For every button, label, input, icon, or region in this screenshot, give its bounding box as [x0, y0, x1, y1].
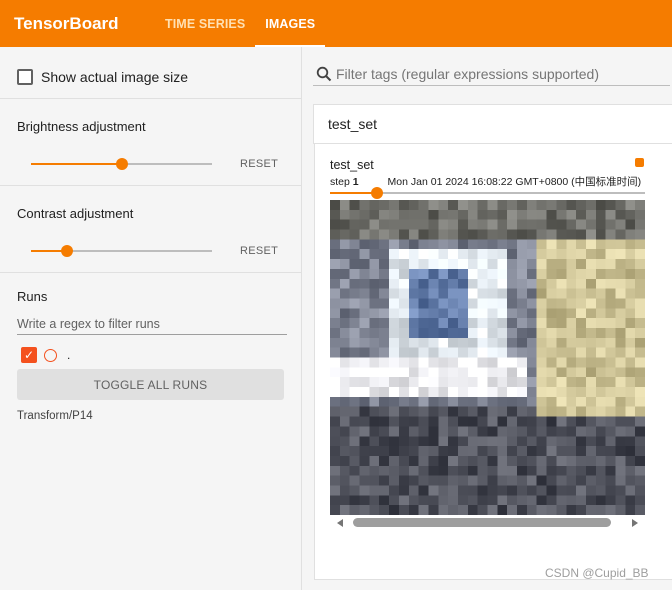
tab-time-series[interactable]: TIME SERIES — [155, 0, 255, 47]
contrast-reset-button[interactable]: RESET — [240, 245, 278, 257]
actual-size-section: Show actual image size — [0, 47, 301, 99]
step-slider-thumb[interactable] — [371, 187, 384, 199]
image-card: test_set step 1 Mon Jan 01 2024 16:08:22… — [314, 144, 672, 580]
toggle-all-runs-button[interactable]: TOGGLE ALL RUNS — [17, 369, 284, 400]
scrollbar-thumb[interactable] — [353, 518, 611, 527]
tag-filter-input[interactable]: Filter tags (regular expressions support… — [313, 62, 670, 86]
scroll-left-icon[interactable] — [337, 519, 343, 527]
brightness-reset-button[interactable]: RESET — [240, 158, 278, 170]
actual-size-label: Show actual image size — [41, 69, 189, 85]
contrast-section: Contrast adjustment RESET — [0, 186, 301, 273]
brightness-slider[interactable] — [31, 158, 212, 170]
card-timestamp: Mon Jan 01 2024 16:08:22 GMT+0800 (中国标准时… — [387, 176, 642, 188]
actual-size-checkbox-row[interactable]: Show actual image size — [17, 69, 188, 85]
contrast-slider-thumb[interactable] — [61, 245, 74, 257]
brightness-section: Brightness adjustment RESET — [0, 99, 301, 186]
horizontal-scrollbar[interactable] — [330, 517, 645, 529]
run-checkbox[interactable]: ✓ — [21, 347, 37, 363]
sidebar: Show actual image size Brightness adjust… — [0, 47, 302, 590]
scroll-right-icon[interactable] — [632, 519, 638, 527]
tag-filter-placeholder: Filter tags (regular expressions support… — [336, 65, 600, 82]
contrast-title: Contrast adjustment — [17, 206, 134, 221]
search-icon — [316, 66, 332, 81]
card-title: test_set — [330, 158, 374, 172]
run-caption: Transform/P14 — [17, 410, 93, 422]
group-header[interactable]: test_set — [313, 104, 672, 144]
top-app-bar: TensorBoard TIME SERIES IMAGES — [0, 0, 672, 47]
step-label: step — [330, 176, 350, 188]
brightness-slider-fill — [31, 163, 122, 165]
runs-title: Runs — [17, 289, 48, 304]
brightness-title: Brightness adjustment — [17, 119, 146, 134]
step-slider-fill — [330, 192, 378, 194]
pixelated-image — [330, 200, 645, 515]
sample-image — [330, 200, 645, 515]
run-color-badge — [635, 158, 644, 167]
run-color-icon[interactable] — [44, 348, 57, 362]
step-value: 1 — [352, 176, 359, 188]
contrast-slider[interactable] — [31, 245, 212, 257]
run-name: . — [67, 348, 71, 362]
run-item[interactable]: ✓ . — [21, 347, 70, 363]
step-slider[interactable] — [330, 187, 645, 199]
runs-filter-input[interactable]: Write a regex to filter runs — [17, 313, 287, 335]
brand-title[interactable]: TensorBoard — [0, 0, 155, 47]
actual-size-checkbox[interactable] — [17, 69, 33, 85]
watermark: CSDN @Cupid_BB — [545, 566, 649, 580]
brightness-slider-thumb[interactable] — [115, 158, 128, 170]
runs-section: Runs Write a regex to filter runs ✓ . TO… — [0, 273, 301, 473]
tab-images[interactable]: IMAGES — [255, 0, 326, 47]
